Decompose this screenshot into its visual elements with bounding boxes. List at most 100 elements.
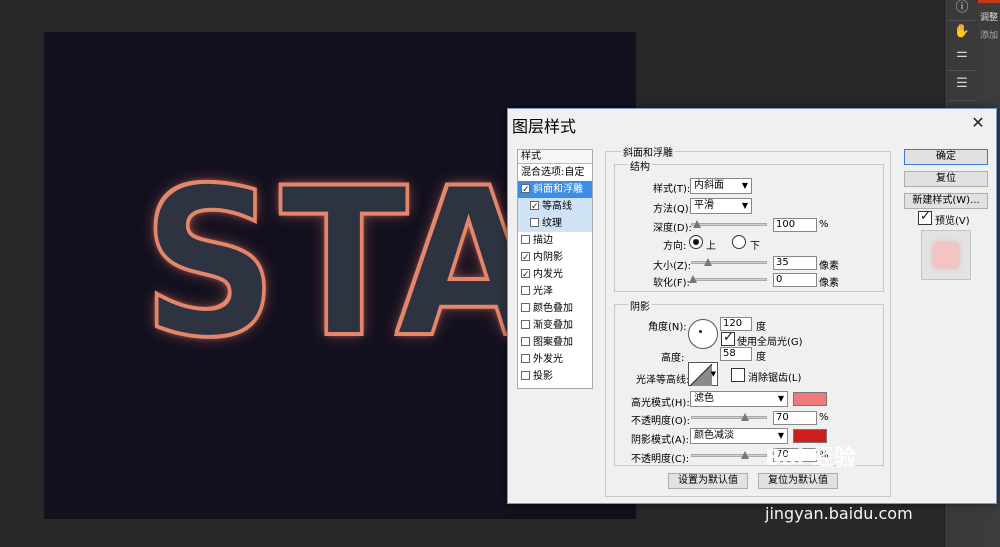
paragraph-icon[interactable]: ☰ (953, 76, 971, 92)
slider-thumb[interactable] (741, 451, 749, 459)
checkbox-drop-shadow[interactable] (521, 371, 530, 380)
style-item-outer-glow[interactable]: 外发光 (518, 351, 592, 368)
preview-label: 预览(V) (935, 216, 970, 227)
altitude-label: 高度: (661, 353, 685, 364)
checkbox-stroke[interactable] (521, 235, 530, 244)
slider-thumb[interactable] (693, 220, 701, 228)
checkbox-gradient-overlay[interactable] (521, 320, 530, 329)
style-item-inner-shadow[interactable]: 内阴影 (518, 249, 592, 267)
shading-title: 阴影 (628, 298, 652, 313)
highlight-opacity-slider[interactable] (691, 413, 767, 421)
chevron-down-icon: ▼ (777, 394, 784, 403)
style-item-texture[interactable]: 纹理 (518, 215, 592, 232)
structure-title: 结构 (628, 158, 652, 173)
soften-label: 软化(F): (653, 278, 690, 289)
adjust-sliders-icon[interactable]: ⚌ (953, 46, 971, 62)
watermark-url: jingyan.baidu.com (765, 504, 913, 523)
direction-down-label: 下 (750, 241, 760, 252)
style-label: 样式(T): (653, 184, 691, 195)
altitude-input[interactable]: 58 (720, 347, 752, 361)
highlight-opacity-unit: % (819, 412, 829, 423)
checkbox-outer-glow[interactable] (521, 354, 530, 363)
chevron-down-icon: ▼ (741, 181, 748, 190)
shadow-opacity-label: 不透明度(C): (631, 454, 690, 465)
checkbox-pattern-overlay[interactable] (521, 337, 530, 346)
style-item-bevel[interactable]: 斜面和浮雕 (518, 181, 592, 199)
size-input[interactable]: 35 (773, 256, 817, 270)
contour-icon (690, 364, 712, 386)
divider (949, 100, 975, 101)
ok-button[interactable]: 确定 (904, 149, 988, 165)
style-item-blending[interactable]: 混合选项:自定 (518, 164, 592, 181)
preview-checkbox[interactable] (918, 209, 932, 225)
checkbox-contour[interactable] (530, 199, 539, 216)
depth-slider[interactable] (691, 220, 767, 228)
style-item-inner-glow[interactable]: 内发光 (518, 266, 592, 284)
method-label: 方法(Q): (653, 204, 693, 215)
checkbox-texture[interactable] (530, 218, 539, 227)
size-slider[interactable] (691, 258, 767, 266)
checkbox-inner-glow[interactable] (521, 267, 530, 284)
depth-unit: % (819, 219, 829, 230)
panel-title: 调整 (980, 13, 999, 23)
watermark-logo: Bai 经验 (765, 446, 856, 471)
highlight-color-swatch[interactable] (793, 392, 827, 406)
antialias-label: 消除锯齿(L) (748, 373, 802, 384)
checkbox-color-overlay[interactable] (521, 303, 530, 312)
slider-thumb[interactable] (741, 413, 749, 421)
chevron-down-icon: ▼ (741, 201, 748, 210)
checkbox-inner-shadow[interactable] (521, 250, 530, 267)
angle-label: 角度(N): (648, 322, 687, 333)
gloss-contour-label: 光泽等高线: (636, 375, 690, 386)
method-select[interactable]: 平滑 ▼ (690, 198, 752, 214)
size-label: 大小(Z): (653, 261, 692, 272)
slider-thumb[interactable] (704, 258, 712, 266)
soften-input[interactable]: 0 (773, 273, 817, 287)
baidu-watermark: Bai 经验 jingyan.baidu.com (765, 440, 995, 530)
panel-subtitle: 添加 (980, 31, 999, 41)
style-item-contour[interactable]: 等高线 (518, 198, 592, 216)
soften-slider[interactable] (689, 275, 767, 283)
direction-label: 方向: (663, 241, 687, 252)
shadow-opacity-slider[interactable] (691, 451, 767, 459)
highlight-mode-label: 高光模式(H): (631, 398, 690, 409)
divider (949, 70, 975, 71)
style-item-satin[interactable]: 光泽 (518, 283, 592, 300)
style-item-pattern-overlay[interactable]: 图案叠加 (518, 334, 592, 351)
set-default-button[interactable]: 设置为默认值 (668, 473, 748, 489)
slider-thumb[interactable] (689, 275, 697, 283)
global-light-checkbox[interactable] (721, 330, 735, 346)
direction-up-label: 上 (706, 241, 716, 252)
brush-icon[interactable]: ✋ (953, 24, 971, 40)
style-list-header: 样式 (518, 150, 592, 164)
altitude-unit: 度 (756, 352, 766, 363)
bevel-group-title: 斜面和浮雕 (621, 144, 675, 159)
style-select[interactable]: 内斜面 ▼ (690, 178, 752, 194)
angle-unit: 度 (756, 322, 766, 333)
style-item-gradient-overlay[interactable]: 渐变叠加 (518, 317, 592, 334)
angle-dial-pointer (699, 330, 702, 333)
reset-button[interactable]: 复位 (904, 171, 988, 187)
depth-input[interactable]: 100 (773, 218, 817, 232)
divider (949, 20, 975, 21)
highlight-mode-select[interactable]: 滤色 ▼ (690, 391, 788, 407)
highlight-opacity-input[interactable]: 70 (773, 411, 817, 425)
direction-up-radio[interactable] (689, 235, 703, 249)
angle-input[interactable]: 120 (720, 317, 752, 331)
size-unit: 像素 (819, 261, 839, 272)
style-item-stroke[interactable]: 描边 (518, 232, 592, 249)
antialias-checkbox[interactable] (731, 368, 745, 382)
info-icon[interactable]: ⓘ (953, 0, 971, 16)
new-style-button[interactable]: 新建样式(W)... (904, 193, 988, 209)
checkbox-bevel[interactable] (521, 182, 530, 199)
direction-down-radio[interactable] (732, 235, 746, 249)
angle-dial[interactable] (688, 319, 718, 349)
highlight-opacity-label: 不透明度(O): (631, 416, 691, 427)
style-item-color-overlay[interactable]: 颜色叠加 (518, 300, 592, 317)
dialog-title: 图层样式 (512, 117, 577, 136)
checkbox-satin[interactable] (521, 286, 530, 295)
style-item-drop-shadow[interactable]: 投影 (518, 368, 592, 385)
style-preview-thumbnail (921, 230, 971, 280)
close-icon[interactable]: ✕ (966, 113, 990, 132)
gloss-contour-picker[interactable]: ▼ (688, 362, 718, 386)
